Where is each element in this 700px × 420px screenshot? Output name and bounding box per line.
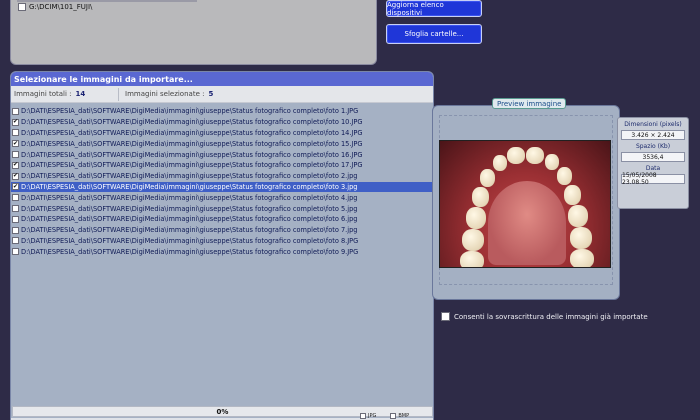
format-jpg-checkbox[interactable] (360, 413, 366, 419)
image-counts: Immagini totali : 14 Immagini selezionat… (11, 86, 433, 103)
photo-tooth (526, 147, 544, 164)
photo-tooth (462, 229, 484, 251)
file-checkbox[interactable] (12, 129, 19, 137)
file-checkbox[interactable] (12, 215, 19, 223)
photo-tooth (557, 167, 572, 185)
file-path: D:\DATI\ESPESIA_dati\SOFTWARE\DigiMedia\… (21, 215, 358, 224)
selected-images-value: 5 (208, 90, 214, 98)
photo-tooth (545, 154, 559, 170)
file-row[interactable]: D:\DATI\ESPESIA_dati\SOFTWARE\DigiMedia\… (11, 128, 433, 139)
image-info-panel: Dimensioni (pixels) 3.426 × 2.424 Spazio… (617, 117, 689, 209)
file-checkbox[interactable]: ✔ (12, 140, 19, 148)
photo-tooth (480, 169, 495, 187)
file-path: D:\DATI\ESPESIA_dati\SOFTWARE\DigiMedia\… (21, 172, 358, 181)
file-row[interactable]: ✔ D:\DATI\ESPESIA_dati\SOFTWARE\DigiMedia… (11, 117, 433, 128)
file-list[interactable]: D:\DATI\ESPESIA_dati\SOFTWARE\DigiMedia\… (11, 106, 433, 257)
file-row[interactable]: ✔ D:\DATI\ESPESIA_dati\SOFTWARE\DigiMedia… (11, 160, 433, 171)
file-path: D:\DATI\ESPESIA_dati\SOFTWARE\DigiMedia\… (21, 161, 363, 170)
photo-tooth (460, 251, 484, 267)
format-option-jpg[interactable]: JPG (360, 413, 376, 419)
size-label: Spazio (Kb) (635, 143, 671, 150)
file-checkbox[interactable]: ✔ (12, 161, 19, 169)
file-path: D:\DATI\ESPESIA_dati\SOFTWARE\DigiMedia\… (21, 247, 359, 256)
file-path: D:\DATI\ESPESIA_dati\SOFTWARE\DigiMedia\… (21, 107, 359, 116)
format-bmp-label: BMP (398, 413, 410, 419)
dimensions-label: Dimensioni (pixels) (624, 121, 682, 128)
device-item[interactable]: G:\DCIM\101_FUJI\ (18, 3, 92, 11)
photo-tooth (493, 155, 507, 171)
file-path: D:\DATI\ESPESIA_dati\SOFTWARE\DigiMedia\… (21, 193, 358, 202)
photo-tooth (466, 207, 486, 229)
format-options: JPG BMP (360, 413, 409, 419)
size-value: 3536,4 (621, 152, 685, 162)
file-checkbox[interactable] (12, 107, 19, 115)
device-path: G:\DCIM\101_FUJI\ (29, 3, 93, 11)
browse-folders-button[interactable]: Sfoglia cartelle... (386, 24, 482, 44)
file-checkbox[interactable]: ✔ (12, 118, 19, 126)
file-row[interactable]: D:\DATI\ESPESIA_dati\SOFTWARE\DigiMedia\… (11, 246, 433, 257)
preview-title: Preview immagine (492, 98, 567, 109)
file-path: D:\DATI\ESPESIA_dati\SOFTWARE\DigiMedia\… (21, 236, 359, 245)
file-checkbox[interactable] (12, 226, 19, 234)
format-jpg-label: JPG (368, 413, 377, 419)
photo-palate (488, 181, 566, 265)
device-checkbox[interactable] (18, 3, 26, 11)
selected-images-label: Immagini selezionate : (125, 90, 205, 98)
photo-tooth (472, 187, 489, 207)
photo-tooth (564, 185, 581, 205)
date-value: 15/05/2008 23.08.50 (621, 172, 685, 186)
dimensions-value: 3.426 × 2.424 (621, 130, 685, 140)
file-path: D:\DATI\ESPESIA_dati\SOFTWARE\DigiMedia\… (21, 150, 363, 159)
file-row[interactable]: ✔ D:\DATI\ESPESIA_dati\SOFTWARE\DigiMedia… (11, 181, 433, 193)
overwrite-label: Consenti la sovrascrittura delle immagin… (454, 312, 648, 321)
overwrite-checkbox[interactable] (441, 312, 450, 321)
file-row[interactable]: D:\DATI\ESPESIA_dati\SOFTWARE\DigiMedia\… (11, 236, 433, 247)
file-row[interactable]: D:\DATI\ESPESIA_dati\SOFTWARE\DigiMedia\… (11, 149, 433, 160)
file-path: D:\DATI\ESPESIA_dati\SOFTWARE\DigiMedia\… (21, 128, 363, 137)
file-path: D:\DATI\ESPESIA_dati\SOFTWARE\DigiMedia\… (21, 182, 358, 191)
refresh-devices-button[interactable]: Aggiorna elenco dispositivi (386, 0, 482, 17)
file-path: D:\DATI\ESPESIA_dati\SOFTWARE\DigiMedia\… (21, 226, 358, 235)
file-checkbox[interactable] (12, 237, 19, 245)
counts-divider (118, 87, 119, 101)
photo-tooth (570, 249, 594, 267)
overwrite-option[interactable]: Consenti la sovrascrittura delle immagin… (441, 312, 648, 321)
file-path: D:\DATI\ESPESIA_dati\SOFTWARE\DigiMedia\… (21, 204, 358, 213)
total-images-label: Immagini totali : (14, 90, 72, 98)
file-path: D:\DATI\ESPESIA_dati\SOFTWARE\DigiMedia\… (21, 118, 363, 127)
file-row[interactable]: D:\DATI\ESPESIA_dati\SOFTWARE\DigiMedia\… (11, 192, 433, 203)
photo-tooth (507, 147, 525, 164)
photo-tooth (568, 205, 588, 227)
photo-tooth (570, 227, 592, 249)
progress-label: 0% (216, 407, 229, 416)
date-label: Data (645, 165, 661, 172)
file-row[interactable]: D:\DATI\ESPESIA_dati\SOFTWARE\DigiMedia\… (11, 225, 433, 236)
format-bmp-checkbox[interactable] (390, 413, 397, 419)
device-list-header (17, 0, 197, 2)
file-checkbox[interactable]: ✔ (12, 183, 19, 191)
preview-photo (439, 140, 611, 268)
import-panel: Selezionare le immagini da importare... … (10, 71, 434, 420)
file-checkbox[interactable] (12, 205, 19, 213)
device-panel: G:\DCIM\101_FUJI\ (10, 0, 377, 65)
import-panel-title: Selezionare le immagini da importare... (11, 72, 433, 86)
file-path: D:\DATI\ESPESIA_dati\SOFTWARE\DigiMedia\… (21, 139, 363, 148)
file-checkbox[interactable] (12, 248, 19, 256)
file-checkbox[interactable] (12, 151, 19, 159)
file-row[interactable]: ✔ D:\DATI\ESPESIA_dati\SOFTWARE\DigiMedia… (11, 171, 433, 182)
total-images-value: 14 (75, 90, 86, 98)
file-row[interactable]: ✔ D:\DATI\ESPESIA_dati\SOFTWARE\DigiMedia… (11, 138, 433, 149)
file-row[interactable]: D:\DATI\ESPESIA_dati\SOFTWARE\DigiMedia\… (11, 106, 433, 117)
file-checkbox[interactable]: ✔ (12, 172, 19, 180)
file-row[interactable]: D:\DATI\ESPESIA_dati\SOFTWARE\DigiMedia\… (11, 203, 433, 214)
file-checkbox[interactable] (12, 194, 19, 202)
format-option-bmp[interactable]: BMP (390, 413, 409, 419)
file-row[interactable]: D:\DATI\ESPESIA_dati\SOFTWARE\DigiMedia\… (11, 214, 433, 225)
